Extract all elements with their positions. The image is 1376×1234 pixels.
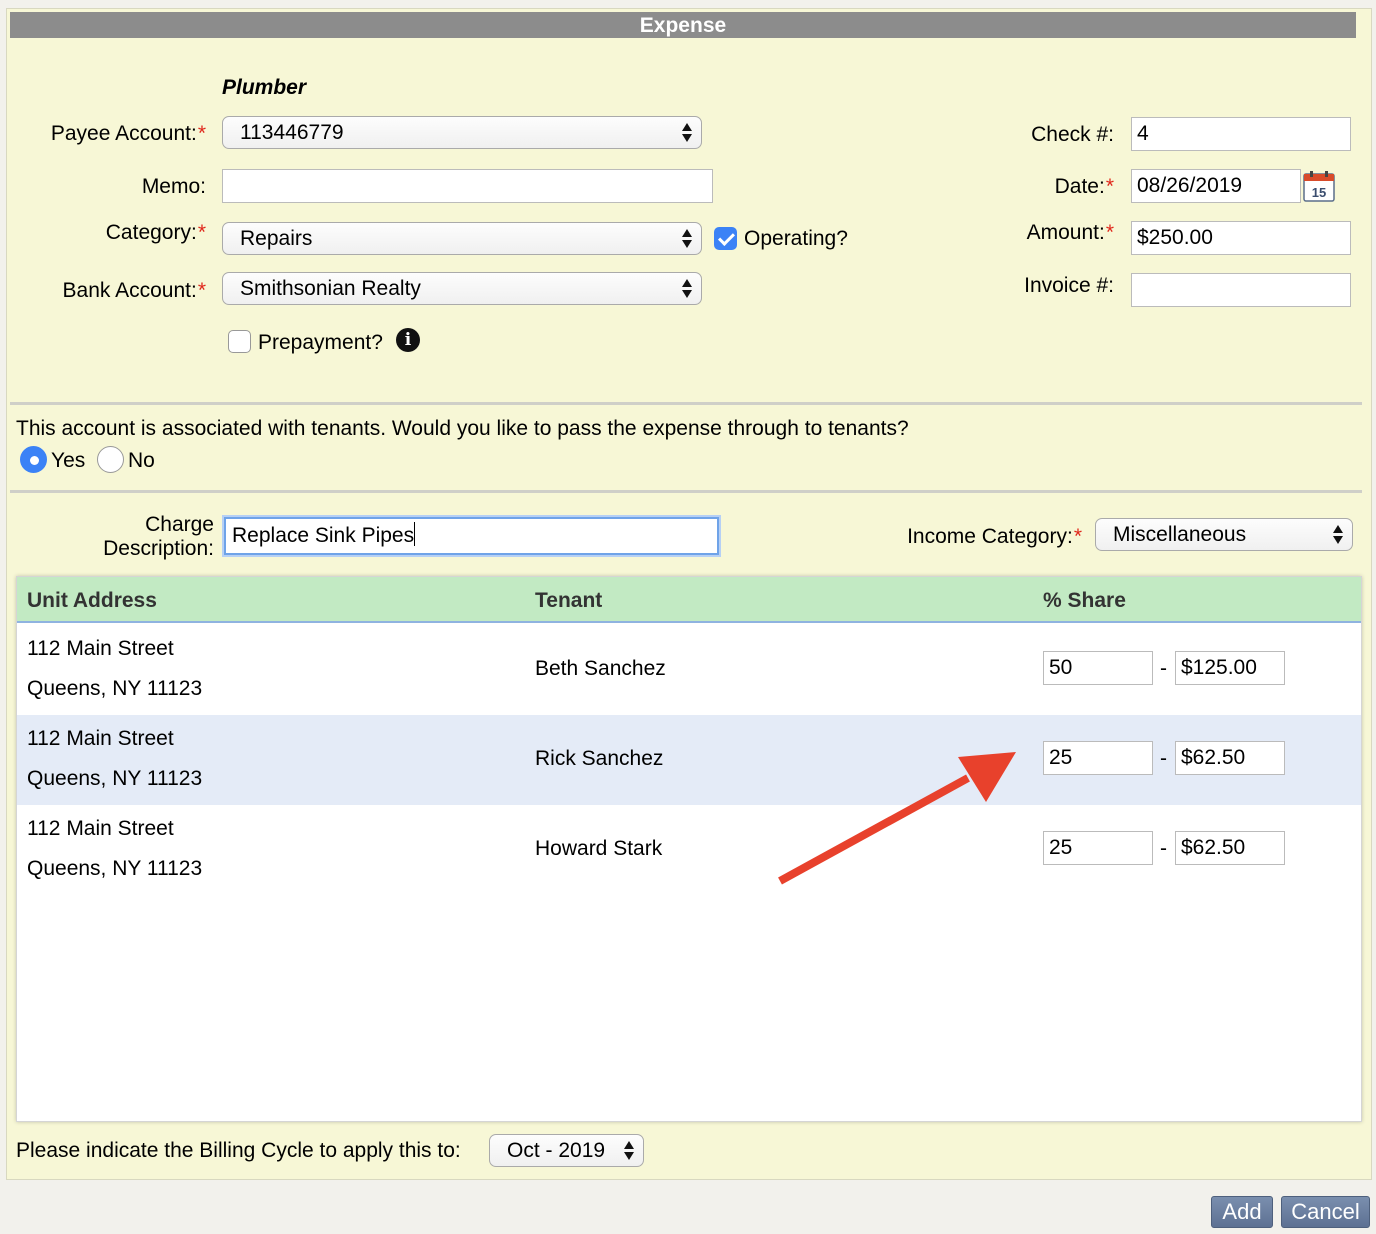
payee-account-select[interactable]: 113446779 (222, 116, 702, 149)
text-cursor (414, 522, 416, 546)
select-arrows-icon (1333, 523, 1344, 547)
charge-description-value: Replace Sink Pipes (232, 524, 415, 547)
add-button[interactable]: Add (1211, 1196, 1273, 1228)
section-divider (10, 402, 1362, 405)
payee-account-value: 113446779 (240, 121, 344, 144)
calendar-icon[interactable]: 15 (1302, 169, 1336, 203)
passthrough-yes-radio[interactable] (20, 446, 47, 473)
header-tenant: Tenant (535, 589, 603, 612)
amount-label: Amount:* (1026, 221, 1114, 244)
select-arrows-icon (682, 277, 693, 301)
header-unit-address: Unit Address (27, 589, 157, 612)
memo-label: Memo: (141, 175, 206, 198)
charge-description-label: Charge Description: (103, 513, 214, 560)
row-address-line2: Queens, NY 11123 (27, 677, 203, 700)
bank-account-label: Bank Account:* (62, 279, 206, 302)
charge-description-input[interactable]: Replace Sink Pipes (224, 517, 719, 555)
select-arrows-icon (624, 1139, 635, 1163)
operating-checkbox[interactable] (714, 227, 737, 250)
select-arrows-icon (682, 121, 693, 145)
category-select[interactable]: Repairs (222, 222, 702, 255)
billing-cycle-value: Oct - 2019 (507, 1139, 606, 1162)
row-tenant: Beth Sanchez (535, 657, 666, 680)
amount-input[interactable]: $250.00 (1131, 221, 1351, 255)
operating-label: Operating? (744, 227, 848, 250)
table-row: 112 Main Street Queens, NY 11123 Howard … (17, 805, 1361, 895)
row-amount-input[interactable]: $62.50 (1175, 741, 1285, 775)
cancel-button[interactable]: Cancel (1281, 1196, 1370, 1228)
bank-account-value: Smithsonian Realty (240, 277, 421, 300)
header-share: % Share (1043, 589, 1126, 612)
billing-cycle-select[interactable]: Oct - 2019 (489, 1134, 644, 1167)
bank-account-select[interactable]: Smithsonian Realty (222, 272, 702, 305)
row-share-input[interactable]: 25 (1043, 831, 1153, 865)
row-tenant: Howard Stark (535, 837, 663, 860)
passthrough-yes-label: Yes (51, 449, 86, 472)
row-separator: - (1160, 657, 1167, 680)
passthrough-no-label: No (128, 449, 155, 472)
date-input[interactable]: 08/26/2019 (1131, 169, 1301, 203)
prepayment-label: Prepayment? (258, 331, 383, 354)
select-arrows-icon (682, 227, 693, 251)
table-header: Unit Address Tenant % Share (17, 577, 1361, 623)
payee-name: Plumber (222, 76, 307, 99)
table-row: 112 Main Street Queens, NY 11123 Rick Sa… (17, 715, 1361, 805)
category-value: Repairs (240, 227, 313, 250)
row-share-input[interactable]: 25 (1043, 741, 1153, 775)
income-category-value: Miscellaneous (1113, 523, 1247, 546)
row-address-line2: Queens, NY 11123 (27, 857, 203, 880)
section-divider (10, 490, 1362, 493)
dialog-title: Expense (10, 12, 1356, 38)
row-address-line1: 112 Main Street (27, 637, 174, 660)
row-address-line1: 112 Main Street (27, 727, 174, 750)
invoice-number-label: Invoice #: (1024, 274, 1114, 297)
category-label: Category:* (105, 221, 206, 244)
row-amount-input[interactable]: $125.00 (1175, 651, 1285, 685)
check-number-label: Check #: (1031, 123, 1114, 146)
income-category-select[interactable]: Miscellaneous (1095, 518, 1353, 551)
row-address-line1: 112 Main Street (27, 817, 174, 840)
check-number-input[interactable]: 4 (1131, 117, 1351, 151)
row-address-line2: Queens, NY 11123 (27, 767, 203, 790)
row-tenant: Rick Sanchez (535, 747, 664, 770)
row-amount-input[interactable]: $62.50 (1175, 831, 1285, 865)
row-separator: - (1160, 837, 1167, 860)
calendar-day: 15 (1312, 185, 1326, 200)
income-category-label: Income Category:* (907, 525, 1082, 548)
date-label: Date:* (1054, 175, 1114, 198)
passthrough-question: This account is associated with tenants.… (16, 417, 909, 440)
passthrough-no-radio[interactable] (97, 446, 124, 473)
billing-cycle-label: Please indicate the Billing Cycle to app… (16, 1139, 461, 1162)
row-separator: - (1160, 747, 1167, 770)
info-icon[interactable]: i (396, 328, 420, 352)
memo-input[interactable] (222, 169, 713, 203)
table-row: 112 Main Street Queens, NY 11123 Beth Sa… (17, 625, 1361, 715)
row-share-input[interactable]: 50 (1043, 651, 1153, 685)
invoice-number-input[interactable] (1131, 273, 1351, 307)
payee-account-label: Payee Account:* (50, 122, 206, 145)
prepayment-checkbox[interactable] (228, 330, 251, 353)
tenant-share-table: Unit Address Tenant % Share 112 Main Str… (16, 576, 1362, 1122)
